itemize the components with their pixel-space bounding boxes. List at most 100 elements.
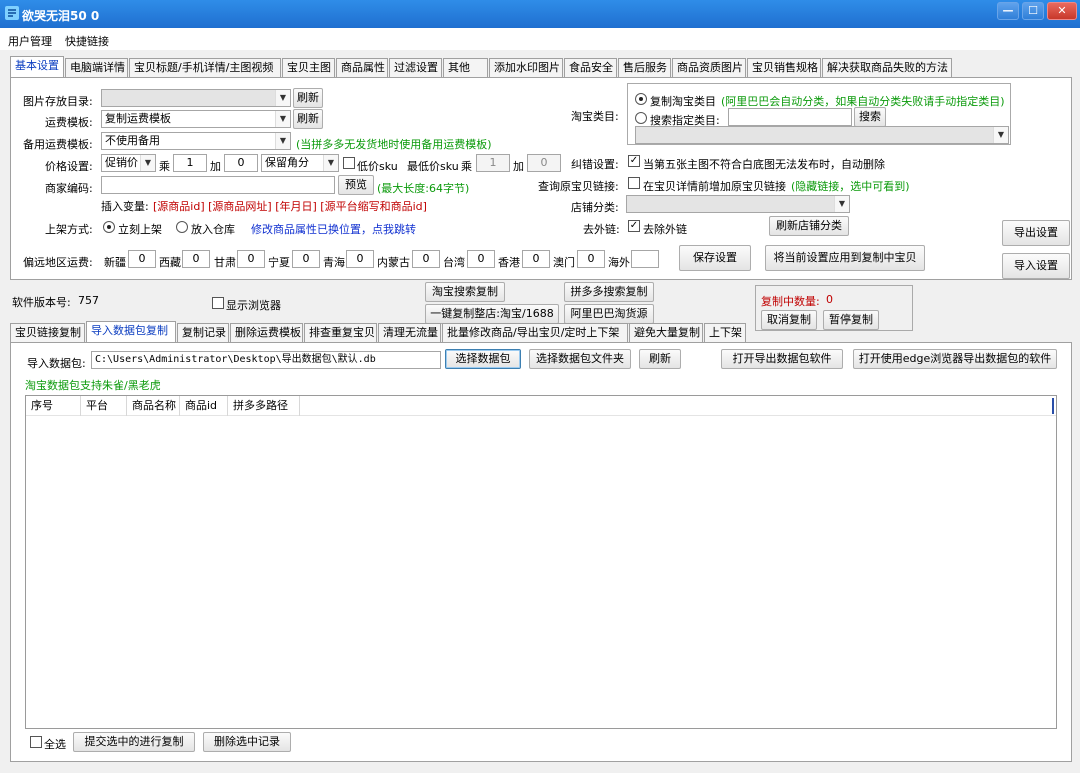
shop-category-combo[interactable]: ▼ bbox=[626, 195, 850, 213]
region-input[interactable]: 0 bbox=[182, 250, 210, 268]
menu-quick-links[interactable]: 快捷链接 bbox=[65, 33, 109, 49]
open-export-software-button[interactable]: 打开导出数据包软件 bbox=[721, 349, 843, 369]
refresh-package-button[interactable]: 刷新 bbox=[639, 349, 681, 369]
backup-template-combo[interactable]: 不使用备用 ▼ bbox=[101, 132, 291, 150]
copy-category-radio[interactable] bbox=[635, 93, 647, 105]
tab-title-mobile[interactable]: 宝贝标题/手机详情/主图视频 bbox=[129, 58, 281, 77]
refresh-image-dir-button[interactable]: 刷新 bbox=[293, 88, 323, 108]
column-header[interactable]: 商品名称 bbox=[127, 396, 180, 416]
import-path-input[interactable]: C:\Users\Administrator\Desktop\导出数据包\默认.… bbox=[91, 351, 441, 369]
select-package-button[interactable]: 选择数据包 bbox=[445, 349, 521, 369]
tab-copy-records[interactable]: 复制记录 bbox=[177, 323, 229, 342]
add-source-link-checkbox[interactable] bbox=[628, 177, 640, 189]
tab-after-sales[interactable]: 售后服务 bbox=[618, 58, 671, 77]
insert-variable-items[interactable]: [源商品id] [源商品网址] [年月日] [源平台缩写和商品id] bbox=[153, 198, 427, 214]
listing-now-radio[interactable] bbox=[103, 221, 115, 233]
apply-settings-button[interactable]: 将当前设置应用到复制中宝贝 bbox=[765, 245, 925, 271]
tab-link-copy[interactable]: 宝贝链接复制 bbox=[10, 323, 85, 342]
minimize-icon[interactable]: — bbox=[997, 2, 1019, 20]
region-input[interactable]: 0 bbox=[237, 250, 265, 268]
tab-other[interactable]: 其他 bbox=[443, 58, 488, 77]
search-category-input[interactable] bbox=[728, 108, 852, 126]
tab-check-duplicates[interactable]: 排查重复宝贝 bbox=[304, 323, 377, 342]
show-browser-checkbox[interactable] bbox=[212, 297, 224, 309]
preview-button[interactable]: 预览 bbox=[338, 175, 374, 195]
merchant-code-input[interactable] bbox=[101, 176, 335, 194]
delete-records-button[interactable]: 删除选中记录 bbox=[203, 732, 291, 752]
region-input[interactable]: 0 bbox=[346, 250, 374, 268]
maximize-icon[interactable]: ☐ bbox=[1022, 2, 1044, 20]
column-header[interactable]: 平台 bbox=[81, 396, 127, 416]
region-label: 宁夏 bbox=[268, 256, 290, 269]
tab-delete-shipping[interactable]: 删除运费模板 bbox=[230, 323, 303, 342]
taobao-search-copy-button[interactable]: 淘宝搜索复制 bbox=[425, 282, 505, 302]
close-icon[interactable]: ✕ bbox=[1047, 2, 1077, 20]
tab-food-safety[interactable]: 食品安全 bbox=[564, 58, 617, 77]
add-source-link-note: (隐藏链接，选中可看到) bbox=[791, 180, 910, 193]
listing-stock-radio[interactable] bbox=[176, 221, 188, 233]
import-settings-button[interactable]: 导入设置 bbox=[1002, 253, 1070, 279]
tab-attributes[interactable]: 商品属性 bbox=[336, 58, 388, 77]
app-icon bbox=[5, 6, 19, 20]
column-header[interactable]: 商品id bbox=[180, 396, 228, 416]
tab-sales-spec[interactable]: 宝贝销售规格 bbox=[747, 58, 821, 77]
region-input[interactable]: 0 bbox=[412, 250, 440, 268]
chevron-down-icon: ▼ bbox=[993, 127, 1008, 143]
submit-copy-button[interactable]: 提交选中的进行复制 bbox=[73, 732, 195, 752]
refresh-shop-category-button[interactable]: 刷新店铺分类 bbox=[769, 216, 849, 236]
menu-user-management[interactable]: 用户管理 bbox=[8, 33, 52, 49]
rounding-combo[interactable]: 保留角分 ▼ bbox=[261, 154, 339, 172]
tab-import-package[interactable]: 导入数据包复制 bbox=[86, 321, 176, 342]
price-mode-combo[interactable]: 促销价 ▼ bbox=[101, 154, 156, 172]
tab-fix-fetch[interactable]: 解决获取商品失败的方法 bbox=[822, 58, 952, 77]
region-input[interactable] bbox=[631, 250, 659, 268]
low-sku-checkbox[interactable] bbox=[343, 157, 355, 169]
region-input[interactable]: 0 bbox=[522, 250, 550, 268]
tab-pc-detail[interactable]: 电脑端详情 bbox=[65, 58, 128, 77]
refresh-shipping-button[interactable]: 刷新 bbox=[293, 109, 323, 129]
data-grid[interactable]: 序号 平台 商品名称 商品id 拼多多路径 bbox=[25, 395, 1057, 729]
backup-template-label: 备用运费模板: bbox=[23, 138, 93, 151]
grid-scrollbar[interactable] bbox=[1052, 398, 1054, 414]
settings-panel: 图片存放目录: ▼ 刷新 运费模板: 复制运费模板 ▼ 刷新 备用运费模板: 不使… bbox=[10, 77, 1072, 280]
column-header[interactable]: 拼多多路径 bbox=[228, 396, 300, 416]
region-input[interactable]: 0 bbox=[577, 250, 605, 268]
tab-main-image[interactable]: 宝贝主图 bbox=[282, 58, 335, 77]
shipping-template-combo[interactable]: 复制运费模板 ▼ bbox=[101, 110, 291, 128]
tab-watermark[interactable]: 添加水印图片 bbox=[489, 58, 563, 77]
low-add-input[interactable]: 0 bbox=[527, 154, 561, 172]
backup-template-note: (当拼多多无发货地时使用备用运费模板) bbox=[296, 138, 492, 151]
open-edge-export-button[interactable]: 打开使用edge浏览器导出数据包的软件 bbox=[853, 349, 1057, 369]
remove-outlink-checkbox[interactable]: ✓ bbox=[628, 220, 640, 232]
region-label: 西藏 bbox=[159, 256, 181, 269]
region-input[interactable]: 0 bbox=[292, 250, 320, 268]
max-length-note: (最大长度:64字节) bbox=[377, 182, 470, 195]
ali-source-button[interactable]: 阿里巴巴淘货源 bbox=[564, 304, 654, 324]
export-settings-button[interactable]: 导出设置 bbox=[1002, 220, 1070, 246]
search-category-radio[interactable] bbox=[635, 112, 647, 124]
tab-qualification[interactable]: 商品资质图片 bbox=[672, 58, 746, 77]
tab-filter[interactable]: 过滤设置 bbox=[389, 58, 442, 77]
image-dir-combo[interactable]: ▼ bbox=[101, 89, 291, 107]
save-settings-button[interactable]: 保存设置 bbox=[679, 245, 751, 271]
pdd-search-copy-button[interactable]: 拼多多搜索复制 bbox=[564, 282, 654, 302]
select-all-checkbox[interactable] bbox=[30, 736, 42, 748]
search-category-button[interactable]: 搜索 bbox=[854, 107, 886, 127]
select-folder-button[interactable]: 选择数据包文件夹 bbox=[529, 349, 631, 369]
attribute-jump-link[interactable]: 修改商品属性已换位置，点我跳转 bbox=[251, 221, 416, 237]
one-key-shop-copy-button[interactable]: 一键复制整店:淘宝/1688 bbox=[425, 304, 559, 324]
tab-clean-no-traffic[interactable]: 清理无流量 bbox=[378, 323, 441, 342]
tab-batch-modify[interactable]: 批量修改商品/导出宝贝/定时上下架 bbox=[442, 323, 628, 342]
chevron-down-icon: ▼ bbox=[140, 155, 155, 171]
tab-avoid-mass-copy[interactable]: 避免大量复制 bbox=[629, 323, 703, 342]
price-add-input[interactable]: 0 bbox=[224, 154, 258, 172]
category-result-combo[interactable]: ▼ bbox=[635, 126, 1009, 144]
low-factor-input[interactable]: 1 bbox=[476, 154, 510, 172]
tab-list-unlist[interactable]: 上下架 bbox=[704, 323, 746, 342]
tab-basic-settings[interactable]: 基本设置 bbox=[10, 56, 64, 77]
region-input[interactable]: 0 bbox=[467, 250, 495, 268]
region-input[interactable]: 0 bbox=[128, 250, 156, 268]
auto-delete-checkbox[interactable]: ✓ bbox=[628, 155, 640, 167]
column-header[interactable]: 序号 bbox=[26, 396, 81, 416]
price-factor-input[interactable]: 1 bbox=[173, 154, 207, 172]
